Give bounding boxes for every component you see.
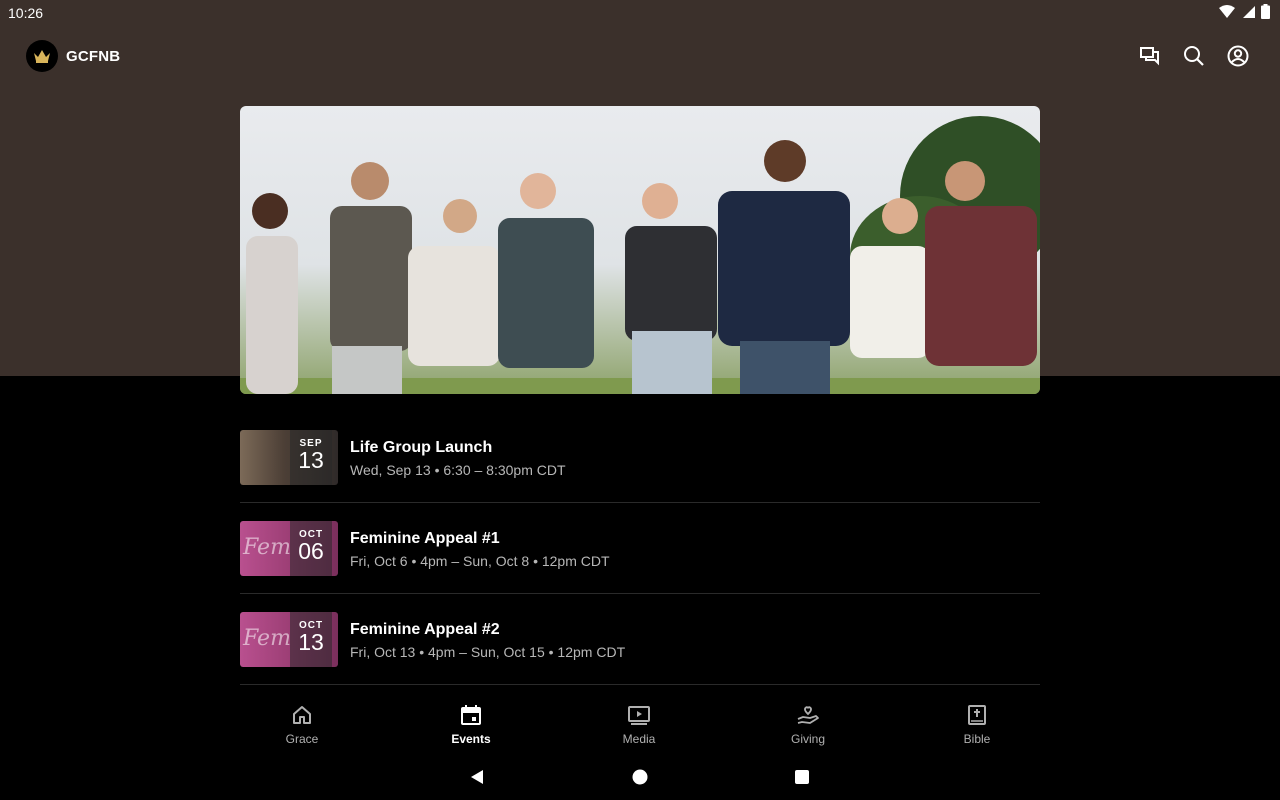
messages-button[interactable] <box>1138 44 1162 68</box>
home-circle-icon <box>632 769 648 785</box>
battery-icon <box>1261 4 1270 19</box>
event-day: 13 <box>298 629 324 655</box>
app-actions <box>1138 44 1250 68</box>
event-day: 13 <box>298 447 324 473</box>
search-icon <box>1184 46 1204 66</box>
hero-image[interactable] <box>240 106 1040 394</box>
cellular-icon <box>1243 5 1255 18</box>
recents-icon <box>795 770 809 784</box>
event-thumbnail: SEP 13 <box>240 430 338 485</box>
calendar-icon <box>461 705 481 725</box>
event-date-badge: OCT 06 <box>290 521 332 576</box>
event-datetime: Fri, Oct 13 • 4pm – Sun, Oct 15 • 12pm C… <box>350 644 626 660</box>
status-bar: 10:26 <box>0 0 1280 26</box>
bottom-navigation: Grace Events Media Giving Bible <box>0 694 1280 754</box>
event-day: 06 <box>298 538 324 564</box>
event-thumbnail: Fem OCT 13 <box>240 612 338 667</box>
event-thumbnail: Fem OCT 06 <box>240 521 338 576</box>
recents-button[interactable] <box>792 767 812 787</box>
event-item-feminine-appeal-2[interactable]: Fem OCT 13 Feminine Appeal #2 Fri, Oct 1… <box>240 594 1040 685</box>
giving-icon <box>797 706 819 724</box>
church-logo[interactable] <box>26 40 58 72</box>
nav-item-media[interactable]: Media <box>579 704 699 746</box>
account-icon <box>1227 45 1249 67</box>
nav-label: Giving <box>790 732 825 746</box>
system-navigation <box>0 754 1280 800</box>
event-item-life-group-launch[interactable]: SEP 13 Life Group Launch Wed, Sep 13 • 6… <box>240 412 1040 503</box>
nav-label: Bible <box>963 732 991 746</box>
home-button[interactable] <box>630 767 650 787</box>
event-date-badge: SEP 13 <box>290 430 332 485</box>
event-date-badge: OCT 13 <box>290 612 332 667</box>
bible-icon <box>968 705 986 725</box>
thumbnail-text: Fem <box>243 626 291 651</box>
thumbnail-text: Fem <box>243 535 291 560</box>
event-datetime: Fri, Oct 6 • 4pm – Sun, Oct 8 • 12pm CDT <box>350 553 610 569</box>
search-button[interactable] <box>1182 44 1206 68</box>
account-button[interactable] <box>1226 44 1250 68</box>
nav-label: Media <box>622 732 656 746</box>
status-icons <box>1219 4 1270 19</box>
nav-label: Grace <box>285 732 319 746</box>
nav-item-bible[interactable]: Bible <box>917 704 1037 746</box>
group-photo <box>240 116 1040 394</box>
wifi-icon <box>1219 4 1235 18</box>
event-datetime: Wed, Sep 13 • 6:30 – 8:30pm CDT <box>350 462 566 478</box>
nav-label: Events <box>451 732 491 746</box>
crown-icon <box>34 50 50 63</box>
app-title: GCFNB <box>66 48 121 65</box>
media-icon <box>628 706 650 725</box>
home-icon <box>293 706 311 724</box>
event-item-feminine-appeal-1[interactable]: Fem OCT 06 Feminine Appeal #1 Fri, Oct 6… <box>240 503 1040 594</box>
event-title: Life Group Launch <box>350 439 493 456</box>
nav-item-events[interactable]: Events <box>411 704 531 746</box>
nav-item-giving[interactable]: Giving <box>748 704 868 746</box>
event-list: SEP 13 Life Group Launch Wed, Sep 13 • 6… <box>240 412 1040 685</box>
back-icon <box>471 770 483 784</box>
event-title: Feminine Appeal #1 <box>350 530 500 547</box>
back-button[interactable] <box>467 767 487 787</box>
chat-icon <box>1140 47 1159 66</box>
nav-item-grace[interactable]: Grace <box>242 704 362 746</box>
event-title: Feminine Appeal #2 <box>350 621 500 638</box>
status-time: 10:26 <box>8 5 44 21</box>
app-bar: GCFNB <box>0 36 1280 76</box>
